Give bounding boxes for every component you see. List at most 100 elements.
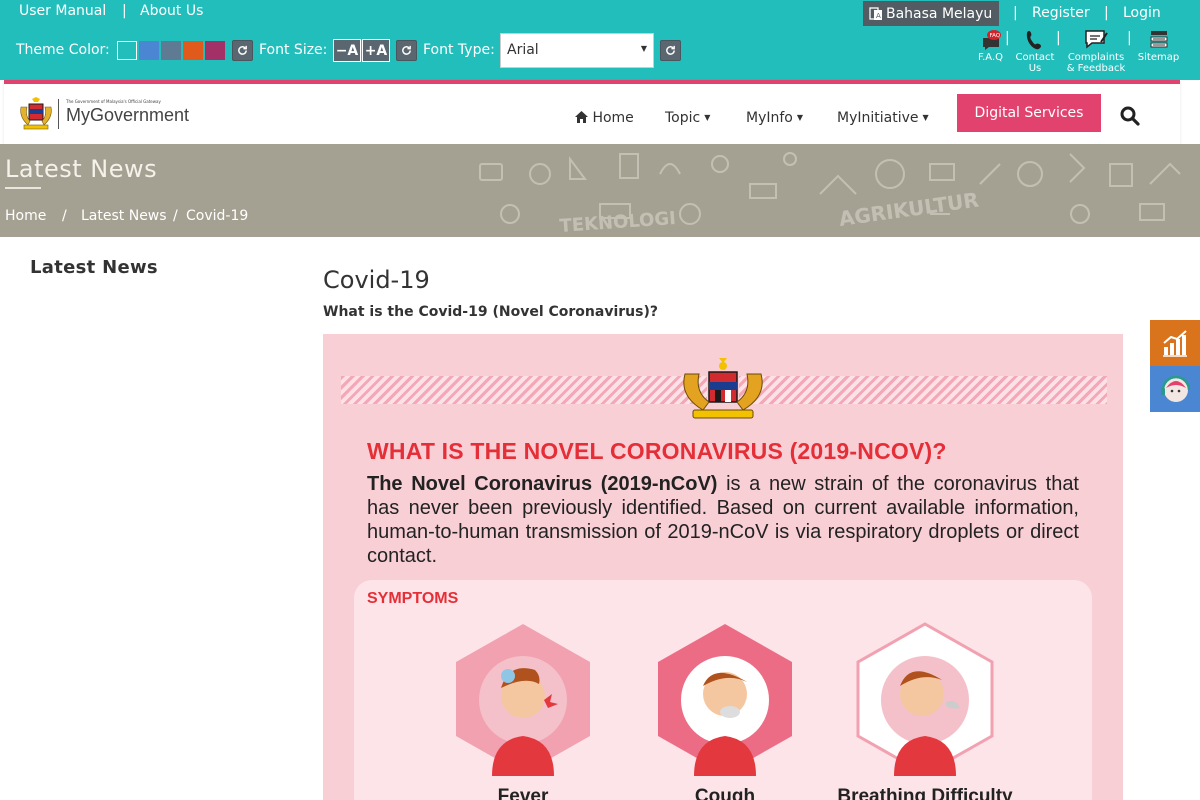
contact-label-1: Contact	[1015, 52, 1055, 63]
digital-services-button[interactable]: Digital Services	[957, 94, 1101, 132]
login-link[interactable]: Login	[1123, 5, 1161, 21]
sitemap-link[interactable]: Sitemap	[1135, 28, 1182, 63]
banner-underline	[5, 187, 41, 189]
lead-bold: The Novel Coronavirus (2019-nCoV)	[367, 473, 718, 495]
article-subtitle: What is the Covid-19 (Novel Coronavirus)…	[323, 304, 658, 320]
nav-home[interactable]: Home	[575, 110, 634, 126]
separator: |	[1104, 5, 1109, 21]
about-us-link[interactable]: About Us	[140, 3, 203, 19]
home-icon	[575, 111, 588, 123]
phone-icon	[1026, 31, 1041, 50]
register-link[interactable]: Register	[1032, 5, 1090, 21]
banner-word-teknologi: TEKNOLOGI	[559, 208, 677, 237]
refresh-icon	[402, 45, 411, 55]
decrease-font-button[interactable]: −A	[333, 39, 361, 62]
theme-color-label: Theme Color:	[16, 42, 110, 58]
nav-home-label: Home	[592, 110, 634, 126]
cough-illustration	[654, 622, 796, 776]
theme-swatch-slate[interactable]	[161, 41, 181, 60]
separator: |	[1056, 30, 1061, 46]
complaints-label-1: Complaints	[1067, 52, 1125, 63]
separator: |	[1013, 5, 1018, 21]
contact-label-2: Us	[1028, 63, 1042, 74]
main-navbar: The Government of Malaysia's Official Ga…	[4, 80, 1180, 144]
breadcrumb-current: Covid-19	[186, 208, 249, 224]
reset-font-type-button[interactable]	[660, 40, 681, 61]
language-toggle-button[interactable]: A Bahasa Melayu	[863, 1, 999, 26]
banner-word-agrikultur: AGRIKULTUR	[837, 188, 980, 231]
article-title: Covid-19	[323, 266, 430, 294]
feedback-icon	[1085, 30, 1108, 49]
statistics-float-button[interactable]	[1150, 320, 1200, 366]
separator: |	[1127, 30, 1132, 46]
font-size-label: Font Size:	[259, 42, 328, 58]
font-type-value: Arial	[507, 42, 539, 58]
symptom-cough-label: Cough	[694, 786, 756, 800]
logo-wordmark: MyGovernment	[66, 105, 189, 126]
separator: |	[122, 3, 127, 19]
malaysia-coat-of-arms-icon	[683, 356, 763, 422]
banner-title: Latest News	[5, 155, 158, 183]
sidebar-title: Latest News	[30, 257, 158, 278]
faq-label: F.A.Q	[977, 52, 1004, 63]
live-chat-float-button[interactable]	[1150, 366, 1200, 412]
symptoms-title: SYMPTOMS	[367, 590, 459, 607]
page-banner: TEKNOLOGI AGRIKULTUR Latest News Home / …	[0, 144, 1200, 237]
nav-myinitiative[interactable]: MyInitiative ▼	[837, 110, 929, 126]
nav-topic[interactable]: Topic ▼	[665, 110, 710, 126]
caret-down-icon: ▼	[640, 44, 647, 53]
caret-down-icon: ▼	[704, 113, 711, 122]
nav-topic-label: Topic	[665, 110, 701, 126]
chat-agent-icon	[1161, 375, 1191, 402]
digital-services-label: Digital Services	[974, 105, 1084, 121]
fever-illustration	[452, 622, 594, 776]
infographic-heading: WHAT IS THE NOVEL CORONAVIRUS (2019-NCOV…	[367, 438, 947, 464]
separator: |	[1005, 30, 1010, 46]
font-type-label: Font Type:	[423, 42, 495, 58]
infographic-lead: The Novel Coronavirus (2019-nCoV) is a n…	[367, 472, 1079, 568]
refresh-icon	[666, 45, 675, 55]
malaysia-crest-icon	[20, 97, 52, 130]
top-utility-bar: User Manual | About Us Theme Color: Font…	[0, 0, 1200, 80]
banner-pattern-image: TEKNOLOGI AGRIKULTUR	[479, 152, 1181, 237]
breadcrumb-separator: /	[173, 208, 178, 224]
breathing-difficulty-illustration	[854, 622, 996, 776]
faq-icon: FAQ	[982, 30, 1001, 50]
covid-infographic: WHAT IS THE NOVEL CORONAVIRUS (2019-NCOV…	[323, 334, 1123, 800]
contact-us-link[interactable]: Contact Us	[1013, 28, 1057, 74]
refresh-icon	[238, 45, 247, 55]
caret-down-icon: ▼	[796, 113, 804, 122]
bar-chart-icon	[1163, 330, 1187, 357]
sitemap-icon	[1150, 31, 1167, 48]
theme-swatch-blue[interactable]	[139, 41, 159, 60]
theme-swatch-magenta[interactable]	[205, 41, 225, 60]
breadcrumb-separator: /	[62, 208, 67, 224]
svg-text:A: A	[876, 12, 881, 20]
nav-myinfo[interactable]: MyInfo ▼	[746, 110, 803, 126]
breadcrumb-home[interactable]: Home	[5, 208, 46, 224]
search-icon[interactable]	[1120, 106, 1140, 126]
language-label: Bahasa Melayu	[886, 5, 993, 22]
logo-tagline: The Government of Malaysia's Official Ga…	[66, 99, 161, 104]
symptom-fever-label: Fever	[497, 786, 549, 800]
user-manual-link[interactable]: User Manual	[19, 3, 106, 19]
complaints-feedback-link[interactable]: Complaints & Feedback	[1064, 28, 1128, 74]
language-icon: A	[869, 6, 882, 20]
faq-link[interactable]: FAQ F.A.Q	[975, 28, 1006, 63]
symptom-breathing-label: Breathing Difficulty	[837, 786, 1013, 800]
svg-text:FAQ: FAQ	[989, 33, 1000, 39]
reset-font-size-button[interactable]	[396, 40, 417, 61]
theme-swatch-orange[interactable]	[183, 41, 203, 60]
mygovernment-logo[interactable]: The Government of Malaysia's Official Ga…	[18, 97, 210, 131]
increase-font-button[interactable]: +A	[362, 39, 390, 62]
nav-myinitiative-label: MyInitiative	[837, 110, 919, 126]
logo-divider	[58, 99, 59, 129]
sitemap-label: Sitemap	[1137, 52, 1180, 63]
nav-myinfo-label: MyInfo	[746, 110, 793, 126]
caret-down-icon: ▼	[922, 113, 929, 122]
font-type-select[interactable]: Arial ▼	[500, 33, 654, 68]
logo-text: MyGovernment	[66, 105, 190, 125]
reset-theme-button[interactable]	[232, 40, 253, 61]
theme-swatch-teal[interactable]	[117, 41, 137, 60]
breadcrumb-latest-news[interactable]: Latest News	[81, 208, 167, 224]
